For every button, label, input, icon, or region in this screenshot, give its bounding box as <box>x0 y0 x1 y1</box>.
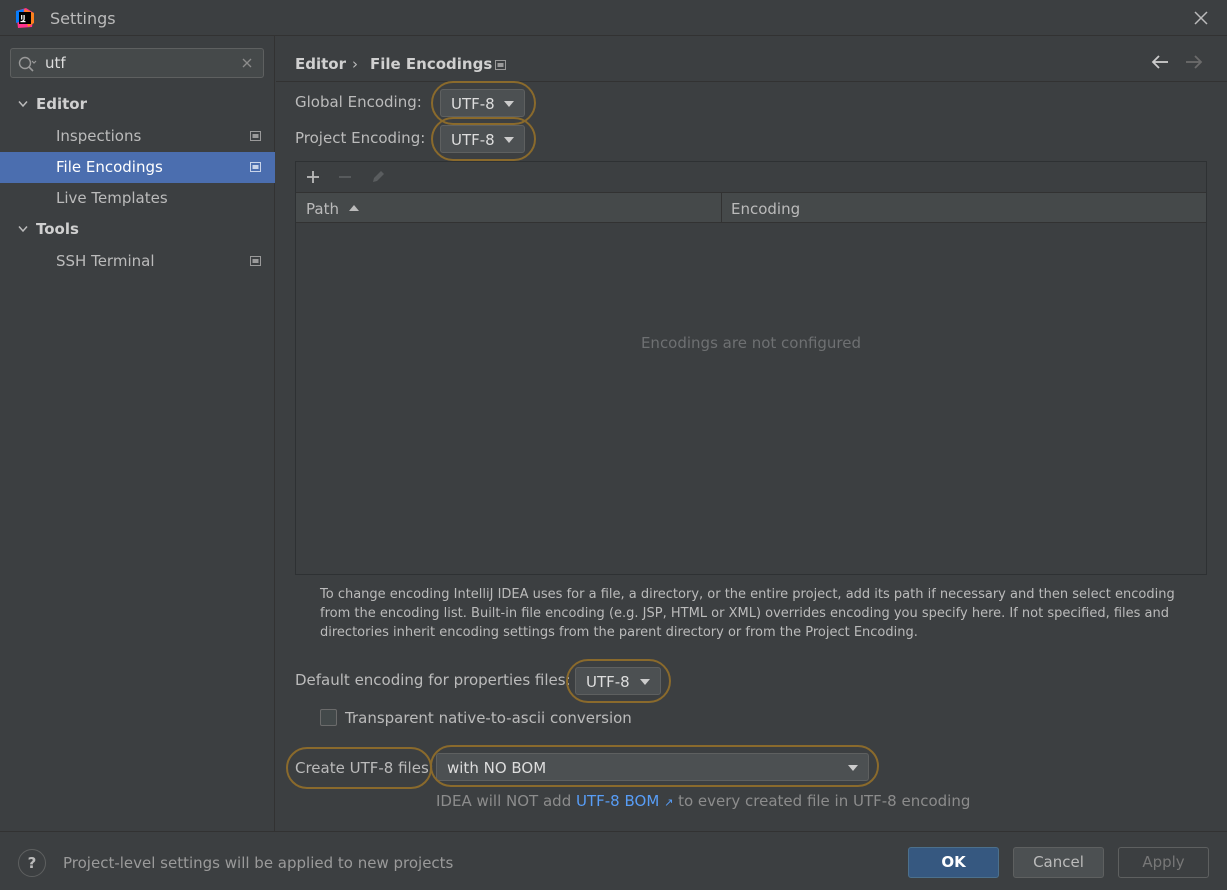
sidebar-item-label: SSH Terminal <box>56 252 155 270</box>
bom-note: IDEA will NOT add UTF-8 BOM ↗ to every c… <box>436 792 970 810</box>
breadcrumb-separator: › <box>352 55 358 73</box>
dropdown-arrow-icon <box>504 101 514 107</box>
dropdown-value: UTF-8 <box>586 673 630 691</box>
transparent-conversion-checkbox[interactable] <box>320 709 337 726</box>
empty-table-message: Encodings are not configured <box>640 334 862 352</box>
sidebar-group-tools[interactable]: Tools <box>0 214 275 245</box>
sidebar-item-label: Inspections <box>56 127 142 145</box>
chevron-down-icon <box>18 101 28 108</box>
properties-encoding-dropdown[interactable]: UTF-8 <box>575 667 661 695</box>
window-title: Settings <box>50 9 116 28</box>
add-icon[interactable] <box>305 169 321 185</box>
edit-icon[interactable] <box>370 169 386 185</box>
encodings-table: Path Encoding Encodings are not configur… <box>295 161 1207 575</box>
chevron-down-icon <box>18 226 28 233</box>
close-icon[interactable] <box>1191 8 1211 28</box>
column-header-path[interactable]: Path <box>306 200 339 218</box>
sidebar-item-label: File Encodings <box>56 158 163 176</box>
global-encoding-label: Global Encoding: <box>295 93 422 111</box>
bom-note-prefix: IDEA will NOT add <box>436 792 572 810</box>
sidebar-item-live-templates[interactable]: Live Templates <box>0 183 275 214</box>
dropdown-value: with NO BOM <box>447 759 547 777</box>
breadcrumb: Editor › File Encodings <box>276 36 1227 82</box>
search-input[interactable]: utf <box>45 54 66 72</box>
project-encoding-dropdown[interactable]: UTF-8 <box>440 125 525 153</box>
sidebar-group-editor[interactable]: Editor <box>0 89 275 120</box>
project-scope-icon <box>495 60 506 70</box>
sidebar-item-ssh-terminal[interactable]: SSH Terminal <box>0 246 275 277</box>
create-utf8-label: Create UTF-8 files: <box>295 759 434 777</box>
external-link-icon: ↗ <box>664 796 674 809</box>
bom-note-suffix: to every created file in UTF-8 encoding <box>678 792 971 810</box>
dropdown-arrow-icon <box>640 679 650 685</box>
sidebar-item-file-encodings[interactable]: File Encodings <box>0 152 275 183</box>
project-scope-icon <box>250 131 261 141</box>
sidebar-item-label: Live Templates <box>56 189 168 207</box>
sort-ascending-icon <box>349 205 359 211</box>
sidebar-group-label: Editor <box>36 95 87 113</box>
dropdown-arrow-icon <box>504 137 514 143</box>
utf8-bom-link[interactable]: UTF-8 BOM <box>576 792 659 810</box>
dropdown-value: UTF-8 <box>451 95 495 113</box>
column-header-encoding[interactable]: Encoding <box>731 200 800 218</box>
intellij-logo-icon: IJ <box>16 8 34 28</box>
clear-search-icon[interactable] <box>241 57 253 69</box>
sidebar-item-inspections[interactable]: Inspections <box>0 121 275 152</box>
settings-content: Editor › File Encodings Global Encoding:… <box>276 36 1227 831</box>
project-scope-icon <box>250 256 261 266</box>
table-body: Encodings are not configured <box>296 223 1206 574</box>
dropdown-value: UTF-8 <box>451 131 495 149</box>
table-toolbar <box>296 162 1206 192</box>
project-scope-icon <box>250 162 261 172</box>
sidebar-group-label: Tools <box>36 220 79 238</box>
project-encoding-label: Project Encoding: <box>295 129 426 147</box>
column-divider[interactable] <box>721 193 722 223</box>
help-button[interactable]: ? <box>18 849 46 877</box>
remove-icon[interactable] <box>337 169 353 185</box>
footer-status-text: Project-level settings will be applied t… <box>63 854 454 872</box>
settings-sidebar: utf Editor Inspections File Encodings Li… <box>0 36 275 831</box>
forward-arrow-icon[interactable] <box>1184 53 1204 71</box>
search-icon <box>18 56 37 72</box>
apply-button[interactable]: Apply <box>1118 847 1209 878</box>
encoding-help-text: To change encoding IntelliJ IDEA uses fo… <box>320 587 1175 640</box>
breadcrumb-parent[interactable]: Editor <box>295 55 346 73</box>
ok-button[interactable]: OK <box>908 847 999 878</box>
breadcrumb-current: File Encodings <box>370 55 493 73</box>
table-header: Path Encoding <box>296 192 1206 223</box>
cancel-button[interactable]: Cancel <box>1013 847 1104 878</box>
back-arrow-icon[interactable] <box>1150 53 1170 71</box>
transparent-conversion-label[interactable]: Transparent native-to-ascii conversion <box>345 709 632 727</box>
properties-encoding-label: Default encoding for properties files: <box>295 671 571 689</box>
global-encoding-dropdown[interactable]: UTF-8 <box>440 89 525 117</box>
create-utf8-dropdown[interactable]: with NO BOM <box>436 753 869 781</box>
search-field[interactable]: utf <box>10 48 264 78</box>
dropdown-arrow-icon <box>848 765 858 771</box>
title-bar: IJ Settings <box>0 0 1227 36</box>
svg-text:IJ: IJ <box>21 14 26 22</box>
dialog-footer: ? Project-level settings will be applied… <box>0 831 1227 890</box>
